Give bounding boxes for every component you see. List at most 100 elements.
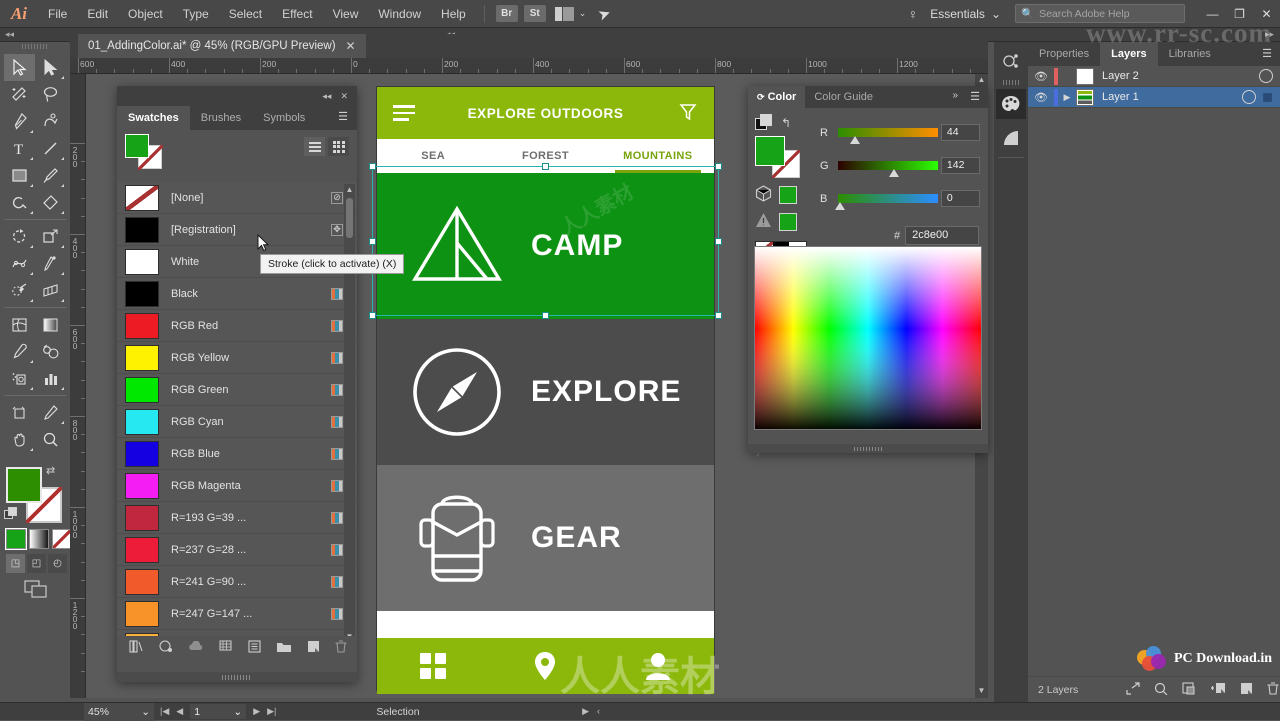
visibility-eye-icon[interactable]: 👁 — [1028, 70, 1054, 83]
collapse-icon[interactable]: ◂◂ — [322, 91, 331, 102]
slider-handle-g[interactable] — [888, 169, 899, 177]
swatch-color-chip[interactable] — [125, 600, 159, 627]
visibility-eye-icon[interactable]: 👁 — [1028, 91, 1054, 104]
swatch-row[interactable]: R=241 G=90 ... — [117, 566, 357, 598]
delete-swatch-icon[interactable] — [335, 640, 347, 656]
swatch-row[interactable]: RGB Green — [117, 374, 357, 406]
symbol-sprayer-tool[interactable] — [4, 365, 35, 392]
locate-object-icon[interactable] — [1126, 681, 1140, 698]
swatch-libraries-icon[interactable] — [129, 640, 144, 656]
swatch-list[interactable]: [None] ⊘ [Registration] ✥ White Black RGB Red R… — [117, 182, 357, 644]
close-button[interactable]: ✕ — [1253, 1, 1280, 27]
change-screen-mode-icon[interactable] — [24, 580, 48, 601]
scrollbar-thumb[interactable] — [346, 198, 353, 238]
swatch-color-chip[interactable] — [125, 536, 159, 563]
color-mode-gradient[interactable] — [29, 529, 49, 549]
default-fill-stroke-icon[interactable] — [4, 507, 18, 521]
swatch-row[interactable]: R=193 G=39 ... — [117, 502, 357, 534]
tab-properties[interactable]: Properties — [1028, 42, 1100, 66]
prev-artboard-icon[interactable]: ◀ — [176, 706, 183, 717]
lasso-tool[interactable] — [35, 81, 66, 108]
share-icon[interactable]: ➤ — [596, 3, 614, 24]
scroll-up-icon[interactable]: ▲ — [344, 184, 355, 195]
first-artboard-icon[interactable]: |◀ — [160, 706, 169, 717]
swatch-color-chip[interactable] — [125, 216, 159, 243]
swatch-color-chip[interactable] — [125, 408, 159, 435]
new-color-group-icon[interactable] — [276, 641, 292, 656]
color-guide-rail-icon[interactable] — [996, 123, 1026, 153]
magic-wand-tool[interactable] — [4, 81, 35, 108]
zoom-tool[interactable] — [35, 426, 66, 453]
slider-track-r[interactable] — [837, 128, 938, 144]
handle-top-left[interactable] — [369, 163, 376, 170]
status-resize-icon[interactable]: ‹ — [597, 706, 600, 717]
swatch-list-scrollbar[interactable]: ▲ ▼ — [344, 184, 355, 642]
artboard-tool[interactable] — [4, 399, 35, 426]
color-panel-resize-grip[interactable] — [748, 444, 988, 453]
menu-edit[interactable]: Edit — [77, 0, 118, 28]
selection-tool[interactable] — [4, 54, 35, 81]
target-circle-icon[interactable] — [1242, 90, 1256, 104]
swatch-row[interactable]: RGB Yellow — [117, 342, 357, 374]
bridge-button[interactable]: Br — [495, 5, 518, 22]
arrange-documents-icon[interactable] — [554, 6, 575, 21]
panel-fill-stroke-control[interactable] — [125, 134, 163, 170]
tab-brushes[interactable]: Brushes — [190, 106, 252, 130]
vertical-ruler[interactable]: 200 400 600 800 1000 1200 — [70, 74, 86, 698]
close-icon[interactable]: ✕ — [340, 91, 348, 102]
grid-view-button[interactable] — [328, 137, 349, 156]
panel-menu-icon[interactable]: ☰ — [970, 92, 980, 103]
slider-handle-r[interactable] — [849, 136, 860, 144]
zoom-level-selector[interactable]: 45% ⌄ — [84, 702, 154, 721]
search-adobe-help[interactable]: 🔍 Search Adobe Help — [1015, 4, 1185, 23]
toolbar-drag-handle[interactable] — [22, 44, 48, 49]
tab-libraries[interactable]: Libraries — [1158, 42, 1222, 66]
gradient-tool[interactable] — [35, 311, 66, 338]
handle-bottom-right[interactable] — [715, 312, 722, 319]
swatch-options-icon[interactable] — [248, 640, 261, 656]
perspective-grid-tool[interactable] — [35, 277, 66, 304]
workspace-switcher[interactable]: Essentials ⌄ — [930, 7, 1001, 21]
swatch-color-chip[interactable] — [125, 472, 159, 499]
fill-stroke-proxy-icon[interactable]: ↰ — [755, 114, 801, 132]
draw-behind-mode[interactable]: ◰ — [27, 554, 46, 573]
minimize-button[interactable]: — — [1199, 1, 1226, 27]
scroll-down-icon[interactable]: ▼ — [976, 686, 987, 697]
eyedropper-tool[interactable] — [4, 338, 35, 365]
line-segment-tool[interactable] — [35, 135, 66, 162]
handle-middle-left[interactable] — [369, 237, 376, 245]
color-fill-stroke-control[interactable] — [755, 136, 807, 179]
scroll-up-icon[interactable]: ▲ — [976, 75, 987, 86]
make-clipping-mask-icon[interactable] — [1154, 682, 1168, 698]
free-transform-tool[interactable] — [35, 250, 66, 277]
swatch-color-chip[interactable] — [125, 376, 159, 403]
filter-icon[interactable] — [678, 102, 698, 125]
menu-view[interactable]: View — [323, 0, 369, 28]
stock-button[interactable]: St — [523, 5, 546, 22]
swatch-color-chip[interactable] — [125, 312, 159, 339]
swatch-color-chip[interactable] — [125, 184, 159, 211]
handle-middle-right[interactable] — [715, 237, 722, 245]
slider-track-b[interactable] — [834, 194, 938, 210]
handle-bottom-left[interactable] — [369, 312, 376, 319]
swatch-row[interactable]: [None] ⊘ — [117, 182, 357, 214]
discover-bulb-icon[interactable]: ♀ — [908, 6, 919, 22]
fill-swatch[interactable] — [6, 467, 42, 503]
shape-builder-tool[interactable] — [4, 277, 35, 304]
swatch-row[interactable]: RGB Red — [117, 310, 357, 342]
expand-twirl-icon[interactable]: ▶ — [1058, 92, 1076, 103]
layer-name[interactable]: Layer 2 — [1102, 70, 1259, 82]
swatches-panel-titlebar[interactable]: ◂◂ ✕ — [117, 86, 357, 106]
swatch-color-chip[interactable] — [125, 568, 159, 595]
collapse-toolbar-icon[interactable]: ◂◂ — [5, 29, 14, 40]
color-fill-swatch[interactable] — [755, 136, 785, 166]
handle-top-right[interactable] — [715, 163, 722, 170]
swatch-row[interactable]: RGB Magenta — [117, 470, 357, 502]
panel-menu-icon[interactable]: ☰ — [338, 112, 348, 123]
next-artboard-icon[interactable]: ▶ — [253, 706, 260, 717]
fill-stroke-control[interactable]: ⇄ — [4, 465, 64, 525]
menu-select[interactable]: Select — [219, 0, 272, 28]
person-icon[interactable] — [602, 652, 714, 680]
swatch-color-chip[interactable] — [125, 248, 159, 275]
menu-object[interactable]: Object — [118, 0, 173, 28]
